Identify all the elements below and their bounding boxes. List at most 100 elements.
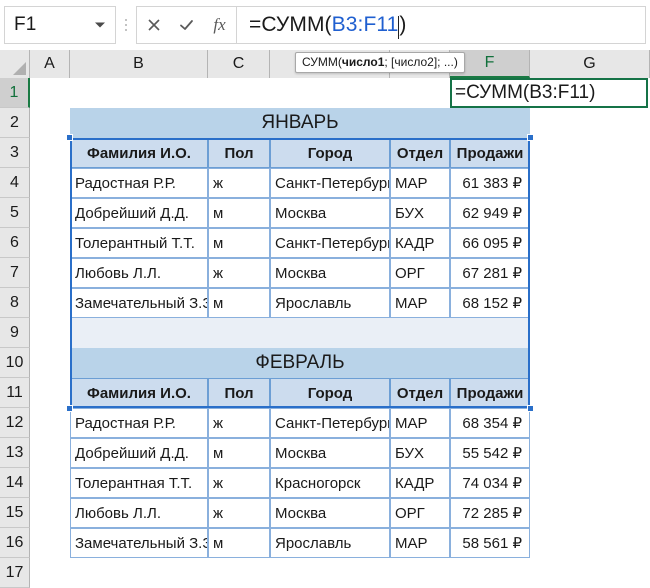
february-cell-r2-c4[interactable]: 74 034 ₽	[450, 468, 530, 498]
january-cell-r0-c0[interactable]: Радостная Р.Р.	[70, 168, 208, 198]
february-cell-r3-c0[interactable]: Любовь Л.Л.	[70, 498, 208, 528]
active-cell-f1[interactable]: =СУММ(B3:F11)	[450, 78, 648, 108]
february-cell-r1-c3[interactable]: БУХ	[390, 438, 450, 468]
row-header-10[interactable]: 10	[0, 348, 30, 378]
chevron-down-icon[interactable]	[95, 22, 105, 28]
february-cell-r3-c4[interactable]: 72 285 ₽	[450, 498, 530, 528]
row-header-17[interactable]: 17	[0, 558, 30, 588]
row-header-14[interactable]: 14	[0, 468, 30, 498]
january-header-1[interactable]: Пол	[208, 138, 270, 168]
february-banner[interactable]: ФЕВРАЛЬ	[70, 348, 530, 378]
selection-handle-bottom-right[interactable]	[527, 405, 534, 412]
february-cell-r4-c3[interactable]: МАР	[390, 528, 450, 558]
february-cell-r1-c1[interactable]: м	[208, 438, 270, 468]
january-cell-r1-c1[interactable]: м	[208, 198, 270, 228]
column-header-c[interactable]: C	[208, 50, 270, 78]
february-cell-r2-c1[interactable]: ж	[208, 468, 270, 498]
january-cell-r0-c4[interactable]: 61 383 ₽	[450, 168, 530, 198]
february-cell-r3-c3[interactable]: ОРГ	[390, 498, 450, 528]
check-icon[interactable]	[170, 7, 203, 43]
february-cell-r0-c1[interactable]: ж	[208, 408, 270, 438]
january-cell-r2-c3[interactable]: КАДР	[390, 228, 450, 258]
january-cell-r2-c1[interactable]: м	[208, 228, 270, 258]
january-cell-r3-c4[interactable]: 67 281 ₽	[450, 258, 530, 288]
selection-handle-top-right[interactable]	[527, 134, 534, 141]
january-cell-r2-c2[interactable]: Санкт-Петербург	[270, 228, 390, 258]
february-cell-r4-c0[interactable]: Замечательный З.З.	[70, 528, 208, 558]
row-header-12[interactable]: 12	[0, 408, 30, 438]
january-cell-r2-c0[interactable]: Толерантный Т.Т.	[70, 228, 208, 258]
cells-canvas[interactable]: ЯНВАРЬ Фамилия И.О. Пол Город Отдел Продажи Ра…	[30, 78, 650, 574]
january-cell-r3-c2[interactable]: Москва	[270, 258, 390, 288]
column-header-b[interactable]: B	[70, 50, 208, 78]
row-header-16[interactable]: 16	[0, 528, 30, 558]
selection-handle-bottom-left[interactable]	[66, 405, 73, 412]
row-header-4[interactable]: 4	[0, 168, 30, 198]
february-cell-r3-c1[interactable]: ж	[208, 498, 270, 528]
close-icon[interactable]	[137, 7, 170, 43]
row-header-8[interactable]: 8	[0, 288, 30, 318]
january-header-3[interactable]: Отдел	[390, 138, 450, 168]
january-banner[interactable]: ЯНВАРЬ	[70, 108, 530, 138]
spacer-row[interactable]	[70, 318, 530, 348]
select-all-corner[interactable]	[0, 50, 30, 78]
january-cell-r1-c4[interactable]: 62 949 ₽	[450, 198, 530, 228]
january-cell-r0-c1[interactable]: ж	[208, 168, 270, 198]
january-cell-r3-c3[interactable]: ОРГ	[390, 258, 450, 288]
january-cell-r4-c3[interactable]: МАР	[390, 288, 450, 318]
name-box[interactable]: F1	[4, 6, 116, 44]
column-header-g[interactable]: G	[530, 50, 650, 78]
column-header-label: C	[232, 55, 245, 72]
february-header-0[interactable]: Фамилия И.О.	[70, 378, 208, 408]
january-header-4[interactable]: Продажи	[450, 138, 530, 168]
fx-icon[interactable]: fx	[203, 7, 236, 43]
february-cell-r1-c0[interactable]: Добрейший Д.Д.	[70, 438, 208, 468]
february-header-4[interactable]: Продажи	[450, 378, 530, 408]
february-header-2[interactable]: Город	[270, 378, 390, 408]
selection-handle-top-left[interactable]	[66, 134, 73, 141]
january-cell-r3-c1[interactable]: ж	[208, 258, 270, 288]
january-cell-r4-c2[interactable]: Ярославль	[270, 288, 390, 318]
row-header-9[interactable]: 9	[0, 318, 30, 348]
february-cell-r4-c4[interactable]: 58 561 ₽	[450, 528, 530, 558]
february-cell-r3-c2[interactable]: Москва	[270, 498, 390, 528]
cell-text: Замечательный З.З.	[75, 294, 208, 312]
february-cell-r2-c2[interactable]: Красногорск	[270, 468, 390, 498]
row-header-5[interactable]: 5	[0, 198, 30, 228]
january-cell-r1-c3[interactable]: БУХ	[390, 198, 450, 228]
february-cell-r4-c1[interactable]: м	[208, 528, 270, 558]
february-cell-r0-c0[interactable]: Радостная Р.Р.	[70, 408, 208, 438]
february-cell-r4-c2[interactable]: Ярославль	[270, 528, 390, 558]
row-header-3[interactable]: 3	[0, 138, 30, 168]
february-cell-r2-c0[interactable]: Толерантная Т.Т.	[70, 468, 208, 498]
february-cell-r2-c3[interactable]: КАДР	[390, 468, 450, 498]
row-header-11[interactable]: 11	[0, 378, 30, 408]
january-header-0[interactable]: Фамилия И.О.	[70, 138, 208, 168]
february-header-3[interactable]: Отдел	[390, 378, 450, 408]
february-header-1[interactable]: Пол	[208, 378, 270, 408]
row-header-1[interactable]: 1	[0, 78, 30, 108]
row-header-2[interactable]: 2	[0, 108, 30, 138]
january-cell-r4-c4[interactable]: 68 152 ₽	[450, 288, 530, 318]
worksheet-grid[interactable]: ABCDEFG 1234567891011121314151617 ЯНВАРЬ…	[0, 50, 650, 588]
february-cell-r1-c2[interactable]: Москва	[270, 438, 390, 468]
row-header-7[interactable]: 7	[0, 258, 30, 288]
january-cell-r3-c0[interactable]: Любовь Л.Л.	[70, 258, 208, 288]
january-cell-r1-c2[interactable]: Москва	[270, 198, 390, 228]
january-cell-r0-c3[interactable]: МАР	[390, 168, 450, 198]
formula-input[interactable]: =СУММ(B3:F11)	[236, 6, 646, 44]
january-cell-r0-c2[interactable]: Санкт-Петербург	[270, 168, 390, 198]
january-cell-r1-c0[interactable]: Добрейший Д.Д.	[70, 198, 208, 228]
february-cell-r0-c4[interactable]: 68 354 ₽	[450, 408, 530, 438]
column-header-a[interactable]: A	[30, 50, 70, 78]
january-cell-r2-c4[interactable]: 66 095 ₽	[450, 228, 530, 258]
january-cell-r4-c0[interactable]: Замечательный З.З.	[70, 288, 208, 318]
january-header-2[interactable]: Город	[270, 138, 390, 168]
row-header-15[interactable]: 15	[0, 498, 30, 528]
february-cell-r1-c4[interactable]: 55 542 ₽	[450, 438, 530, 468]
row-header-6[interactable]: 6	[0, 228, 30, 258]
january-cell-r4-c1[interactable]: м	[208, 288, 270, 318]
row-header-13[interactable]: 13	[0, 438, 30, 468]
february-cell-r0-c3[interactable]: МАР	[390, 408, 450, 438]
february-cell-r0-c2[interactable]: Санкт-Петербург	[270, 408, 390, 438]
